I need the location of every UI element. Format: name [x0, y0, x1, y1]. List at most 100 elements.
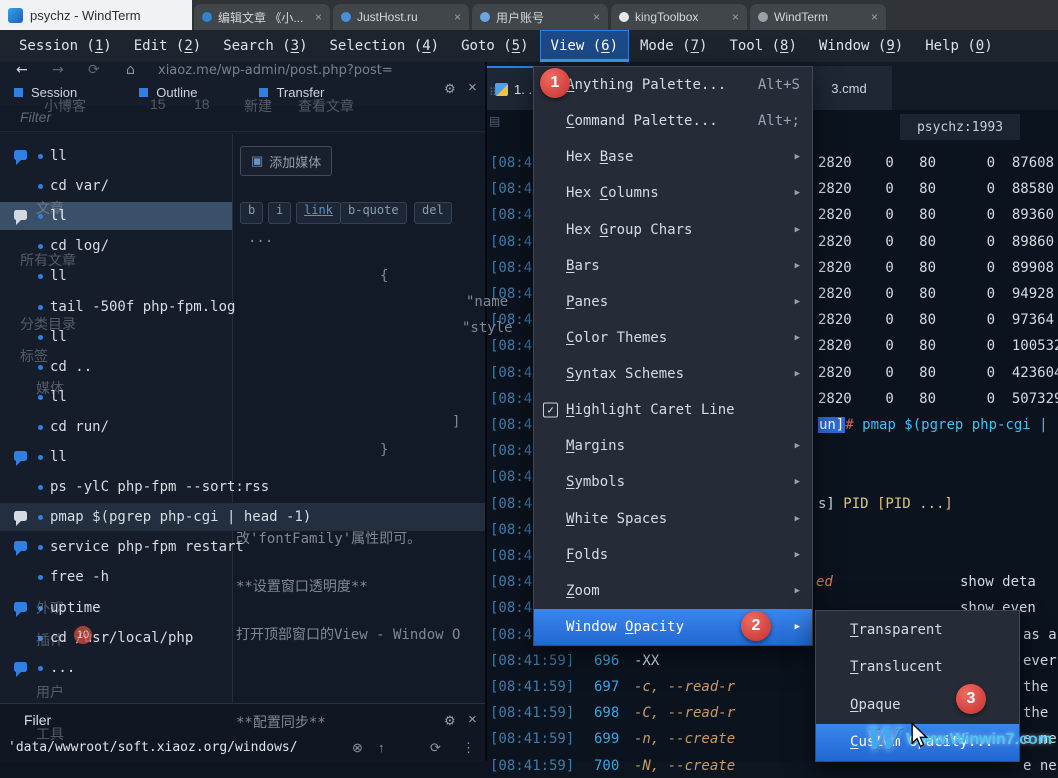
gear-icon[interactable]: ⚙: [444, 81, 456, 97]
tab-close-icon[interactable]: ×: [454, 10, 461, 24]
add-media-button[interactable]: ▣ 添加媒体: [240, 146, 333, 176]
view-menu-item-symbols[interactable]: Symbols ▶: [534, 464, 812, 500]
address-url: xiaoz.me/wp-admin/post.php?post=: [158, 63, 393, 78]
browser-tab[interactable]: WindTerm ×: [750, 4, 886, 30]
menubar-item-window[interactable]: Window (9): [808, 30, 914, 62]
view-menu-item-anything-palette[interactable]: Anything Palette... Alt+S: [534, 67, 812, 103]
filer-action-icon[interactable]: ⊗: [352, 740, 363, 756]
quicktag-del-button[interactable]: del: [414, 202, 452, 224]
quicktag-i-button[interactable]: i: [268, 202, 292, 224]
window-titlebar: psychz - WindTerm 编辑文章 《小... × JustHost.ru…: [0, 0, 1058, 30]
view-menu-item-margins[interactable]: Margins ▶: [534, 428, 812, 464]
view-menu-item-zoom[interactable]: Zoom ▶: [534, 573, 812, 609]
command-history-item[interactable]: ...: [0, 654, 232, 682]
tab-close-icon[interactable]: ×: [593, 10, 600, 24]
command-history-item[interactable]: ll: [0, 142, 232, 170]
command-history-item[interactable]: ll: [0, 202, 232, 230]
menubar-item-search[interactable]: Search (3): [212, 30, 318, 62]
back-icon[interactable]: ←: [16, 62, 28, 78]
chat-bubble-icon: [14, 150, 27, 165]
tab-square-icon: [14, 87, 23, 97]
submenu-arrow-icon: ▶: [794, 477, 800, 488]
browser-tab[interactable]: JustHost.ru ×: [333, 4, 469, 30]
view-menu-item-highlight-caret-line[interactable]: ✓ Highlight Caret Line: [534, 392, 812, 428]
quicktag-b-quote-button[interactable]: b-quote: [340, 202, 407, 224]
terminal-output-line: 2820 0 80 0 89360 3: [818, 207, 1058, 223]
opacity-menu-item-translucent[interactable]: Translucent: [816, 649, 1019, 687]
terminal-output-line: 2820 0 80 0 5073296: [818, 391, 1058, 407]
command-history-item[interactable]: cd /usr/local/php: [0, 624, 232, 652]
view-menu-item-panes[interactable]: Panes ▶: [534, 284, 812, 320]
view-menu-item-hex-group-chars[interactable]: Hex Group Chars ▶: [534, 212, 812, 248]
wp-plugin-count-badge: 10: [74, 626, 92, 644]
chat-bubble-icon: [14, 511, 27, 526]
terminal-tab-3cmd[interactable]: 3.cmd: [806, 66, 892, 110]
editor-text-line: }: [380, 442, 389, 458]
view-menu-item-hex-columns[interactable]: Hex Columns ▶: [534, 175, 812, 211]
menu-shortcut: Alt+;: [757, 113, 800, 130]
pane-icon[interactable]: ▤: [489, 114, 500, 128]
terminal-output-line: 2820 0 80 0 88580 3: [818, 181, 1058, 197]
command-history-item[interactable]: free -h: [0, 563, 232, 591]
view-menu-item-command-palette[interactable]: Command Palette... Alt+;: [534, 103, 812, 139]
filer-action-icon[interactable]: ↑: [378, 740, 385, 755]
tab-close-icon[interactable]: ×: [871, 10, 878, 24]
menubar-item-view[interactable]: View (6): [539, 30, 629, 62]
chat-bubble-icon: [14, 210, 27, 225]
menubar-item-mode[interactable]: Mode (7): [629, 30, 718, 62]
gear-icon[interactable]: ⚙: [444, 713, 456, 729]
quicktag-link-button[interactable]: link: [296, 202, 341, 224]
forward-icon[interactable]: →: [52, 62, 64, 78]
step-badge-1: 1: [540, 68, 570, 98]
command-history-item[interactable]: ll: [0, 383, 232, 411]
browser-tab-label: WindTerm: [774, 10, 829, 24]
menubar-item-edit[interactable]: Edit (2): [123, 30, 212, 62]
browser-tab[interactable]: 用户账号 ×: [472, 4, 608, 30]
close-icon[interactable]: ×: [468, 79, 477, 96]
view-dropdown-menu: Anything Palette... Alt+S Command Palette.…: [533, 66, 813, 646]
editor-text-line: 改'fontFamily'属性即可。: [236, 531, 422, 547]
browser-tab[interactable]: 编辑文章 《小... ×: [194, 4, 330, 30]
wp-admin-item: 媒体: [36, 380, 64, 396]
terminal-desc-fragment: ever: [1023, 653, 1057, 669]
terminal-output-line: 2820 0 80 0 94928 3: [818, 286, 1058, 302]
menubar-item-selection[interactable]: Selection (4): [319, 30, 451, 62]
command-history-item[interactable]: cd run/: [0, 413, 232, 441]
command-history-item[interactable]: pmap $(pgrep php-cgi | head -1): [0, 503, 485, 531]
close-icon[interactable]: ×: [468, 711, 477, 728]
refresh-icon[interactable]: ⟳: [88, 62, 100, 78]
menubar-item-help[interactable]: Help (0): [914, 30, 1003, 62]
view-menu-item-hex-base[interactable]: Hex Base ▶: [534, 139, 812, 175]
filer-action-icon[interactable]: ⋮: [462, 740, 475, 756]
command-history-item[interactable]: uptime: [0, 594, 232, 622]
wp-admin-item: 用户: [36, 684, 64, 700]
command-history-item[interactable]: cd var/: [0, 172, 232, 200]
home-icon[interactable]: ⌂: [126, 62, 135, 78]
command-history-item[interactable]: service php-fpm restart: [0, 533, 244, 561]
view-menu-item-white-spaces[interactable]: White Spaces ▶: [534, 501, 812, 537]
quicktag-b-button[interactable]: b: [240, 202, 264, 224]
view-menu-item-bars[interactable]: Bars ▶: [534, 248, 812, 284]
menubar-item-tool[interactable]: Tool (8): [718, 30, 807, 62]
panel-tab-outline[interactable]: Outline: [139, 80, 197, 104]
view-menu-item-syntax-schemes[interactable]: Syntax Schemes ▶: [534, 356, 812, 392]
command-history-item[interactable]: ps -ylC php-fpm --sort:rss: [0, 473, 269, 501]
view-menu-item-folds[interactable]: Folds ▶: [534, 537, 812, 573]
menubar-item-goto[interactable]: Goto (5): [450, 30, 539, 62]
chat-bubble-icon: [14, 541, 27, 556]
opacity-menu-item-transparent[interactable]: Transparent: [816, 611, 1019, 649]
tab-close-icon[interactable]: ×: [315, 10, 322, 24]
browser-tab-label: 编辑文章 《小...: [218, 10, 304, 25]
command-history-item[interactable]: ll: [0, 443, 232, 471]
opacity-menu-item-opaque[interactable]: Opaque: [816, 686, 1019, 724]
filer-action-icon[interactable]: ⟳: [430, 740, 441, 756]
browser-tab[interactable]: kingToolbox ×: [611, 4, 747, 30]
editor-text-line: **配置同步**: [236, 715, 326, 731]
tab-close-icon[interactable]: ×: [732, 10, 739, 24]
wp-admin-item: 插件: [36, 632, 64, 648]
bullet-icon: [38, 485, 43, 490]
terminal-session-tab[interactable]: psychz:1993: [900, 114, 1020, 140]
chat-bubble-icon: [14, 662, 27, 677]
menubar-item-session[interactable]: Session (1): [8, 30, 123, 62]
view-menu-item-color-themes[interactable]: Color Themes ▶: [534, 320, 812, 356]
